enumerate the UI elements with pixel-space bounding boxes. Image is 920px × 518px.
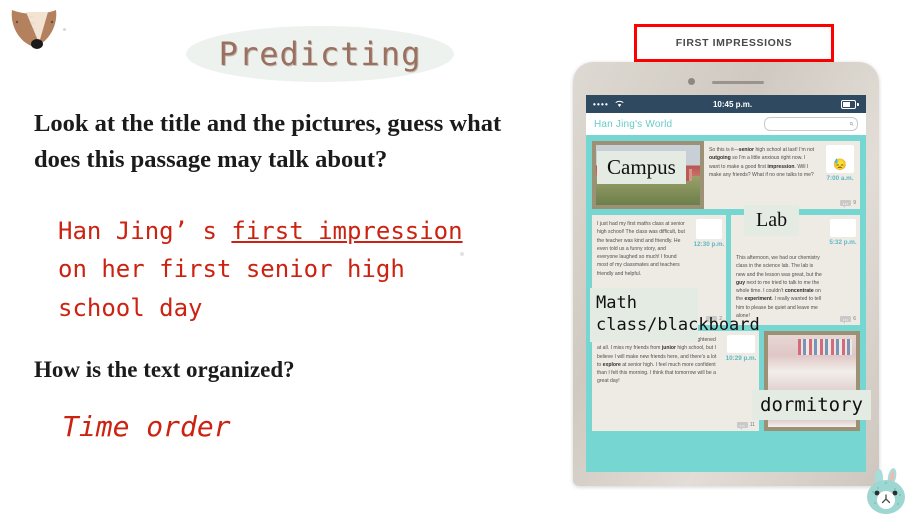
signal-dots-icon: •••• xyxy=(593,99,610,109)
svg-text:/ / / /: / / / / xyxy=(29,21,35,25)
tablet-device: •••• 10:45 p.m. Han Jing's World ⌕ So th… xyxy=(573,62,879,486)
comment-count: ••• 6 xyxy=(840,316,856,324)
entry-meta: 10:29 p.m. xyxy=(723,331,759,391)
bear-mascot-icon: / / / / / / / / / / / / / xyxy=(11,10,57,49)
comment-count-value: 9 xyxy=(853,200,856,206)
comment-count: ••• 9 xyxy=(840,200,856,208)
status-bar: •••• 10:45 p.m. xyxy=(586,95,866,113)
answer-one: Han Jing’ s first impression on her firs… xyxy=(58,212,478,327)
entry-meta: 12:30 p.m. xyxy=(692,215,726,283)
annotation-math-class: Math class/blackboard xyxy=(590,288,760,342)
answer-one-suffix: on her first senior high school day xyxy=(58,255,405,322)
entry-badge xyxy=(830,219,856,237)
comment-bubble-icon: ••• xyxy=(736,422,748,430)
entry-badge xyxy=(696,219,722,239)
annotation-campus: Campus xyxy=(597,151,686,184)
svg-text:/ /: / / xyxy=(33,33,36,37)
slide-root: / / / / / / / / / / / / / Predicting Look … xyxy=(0,0,920,518)
answer-two: Time order xyxy=(62,410,231,443)
comment-count-value: 11 xyxy=(749,422,755,428)
entry-meta: 😓 7:00 a.m. xyxy=(820,141,860,209)
svg-text:/ / /: / / / xyxy=(31,27,35,31)
status-time: 10:45 p.m. xyxy=(712,99,753,109)
wifi-icon xyxy=(615,100,624,107)
blog-entry[interactable]: …led that …rong. I didn't feel awkward o… xyxy=(592,331,759,431)
app-nav-bar: Han Jing's World ⌕ xyxy=(586,113,866,135)
app-title: Han Jing's World xyxy=(594,118,673,130)
question-two: How is the text organized? xyxy=(34,357,295,382)
search-input[interactable]: ⌕ xyxy=(764,117,858,131)
entry-badge xyxy=(727,335,755,353)
tablet-speaker-icon xyxy=(712,81,764,84)
comment-count: ••• 11 xyxy=(736,422,755,430)
answer-one-underlined: first impression xyxy=(231,217,463,245)
comment-bubble-icon: ••• xyxy=(840,316,852,324)
title-text: Predicting xyxy=(218,35,422,73)
decorative-dot-2 xyxy=(460,252,464,256)
first-impressions-label: FIRST IMPRESSIONS xyxy=(675,37,793,49)
tablet-camera-icon xyxy=(688,78,695,85)
entry-emoji-badge: 😓 xyxy=(826,145,854,173)
search-icon: ⌕ xyxy=(848,119,853,128)
battery-cap-icon xyxy=(857,102,859,106)
entry-text: This afternoon, we had our chemistry cla… xyxy=(736,255,822,319)
entry-time: 12:30 p.m. xyxy=(693,241,725,248)
question-one: Look at the title and the pictures, gues… xyxy=(34,110,502,173)
comment-count-value: 6 xyxy=(853,316,856,322)
entry-text: So this is it—senior high school at last… xyxy=(709,147,815,178)
entry-time: 7:00 a.m. xyxy=(826,175,854,182)
first-impressions-banner: FIRST IMPRESSIONS xyxy=(634,24,834,62)
entry-text: I just had my first maths class at senio… xyxy=(597,221,685,277)
decorative-dot xyxy=(63,28,66,31)
entry-time: 5:32 p.m. xyxy=(829,239,857,246)
battery-icon xyxy=(841,99,856,109)
section-title: Predicting xyxy=(186,26,454,82)
bunny-mascot-icon xyxy=(867,468,905,514)
annotation-dormitory: dormitory xyxy=(752,390,871,420)
answer-one-prefix: Han Jing’ s xyxy=(58,217,232,245)
entry-time: 10:29 p.m. xyxy=(725,355,757,362)
comment-bubble-icon: ••• xyxy=(840,200,852,208)
entry-meta: 5:32 p.m. xyxy=(826,219,860,325)
annotation-lab: Lab xyxy=(744,205,800,236)
svg-text:/ / / /: / / / / xyxy=(28,15,34,19)
worried-face-icon: 😓 xyxy=(833,159,847,171)
